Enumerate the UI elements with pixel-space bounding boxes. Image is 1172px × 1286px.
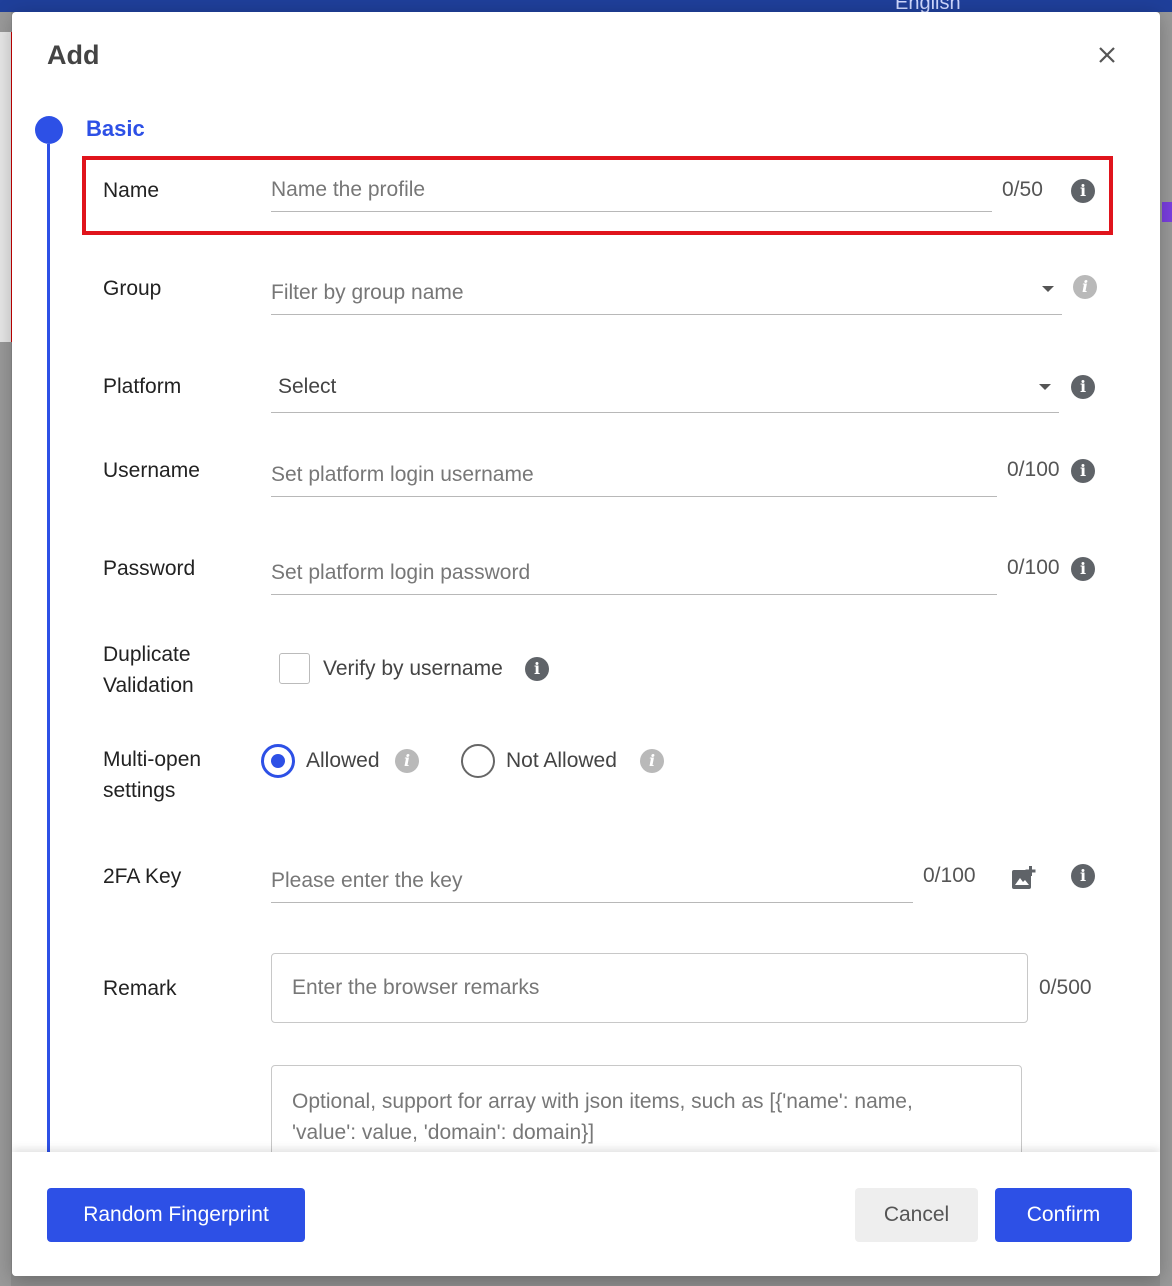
verify-by-username-label[interactable]: Verify by username	[323, 657, 503, 681]
random-fingerprint-button[interactable]: Random Fingerprint	[47, 1188, 305, 1242]
step-title-basic: Basic	[86, 116, 145, 141]
background-topbar: English	[0, 0, 1172, 14]
info-icon[interactable]: i	[1071, 557, 1095, 581]
twofa-label: 2FA Key	[103, 865, 182, 888]
step-indicator	[35, 116, 63, 144]
label-line: Duplicate	[103, 643, 191, 666]
chevron-down-icon[interactable]	[1042, 286, 1054, 292]
background-right-panel	[1160, 12, 1172, 1286]
info-icon[interactable]: i	[1071, 375, 1095, 399]
twofa-input[interactable]	[271, 859, 913, 903]
verify-by-username-checkbox[interactable]	[279, 653, 310, 684]
dialog-footer: Random Fingerprint Cancel Confirm	[12, 1152, 1160, 1276]
radio-allowed-label[interactable]: Allowed	[306, 749, 380, 773]
label-line: Validation	[103, 674, 194, 697]
confirm-button[interactable]: Confirm	[995, 1188, 1132, 1242]
password-label: Password	[103, 557, 196, 580]
platform-select[interactable]: Select	[271, 369, 1059, 413]
username-counter: 0/100	[1007, 458, 1060, 481]
username-label: Username	[103, 459, 200, 482]
duplicate-validation-label: Duplicate Validation	[103, 639, 194, 701]
info-icon[interactable]: i	[395, 749, 419, 773]
info-icon[interactable]: i	[525, 657, 549, 681]
password-counter: 0/100	[1007, 556, 1060, 579]
password-input[interactable]	[271, 551, 997, 595]
platform-label: Platform	[103, 375, 182, 398]
group-select[interactable]	[271, 271, 1062, 315]
close-button[interactable]	[1090, 38, 1124, 72]
close-icon	[1099, 47, 1115, 63]
radio-not-allowed[interactable]	[461, 744, 495, 778]
step-line	[47, 144, 50, 1164]
label-line: settings	[103, 779, 176, 802]
info-icon[interactable]: i	[1071, 459, 1095, 483]
info-icon[interactable]: i	[1071, 179, 1095, 203]
cancel-button[interactable]: Cancel	[855, 1188, 978, 1242]
dialog-title: Add	[47, 40, 100, 70]
info-icon[interactable]: i	[640, 749, 664, 773]
background-left-strip	[0, 32, 12, 342]
background-accent	[1162, 202, 1172, 222]
cookie-placeholder-line: 'value': value, 'domain': domain}]	[292, 1121, 595, 1144]
group-label: Group	[103, 277, 162, 300]
multi-open-label: Multi-open settings	[103, 744, 201, 806]
label-line: Multi-open	[103, 748, 202, 771]
username-input[interactable]	[271, 453, 997, 497]
background-left-panel	[0, 12, 12, 1286]
info-icon[interactable]: i	[1073, 275, 1097, 299]
info-icon[interactable]: i	[1071, 864, 1095, 888]
radio-not-allowed-label[interactable]: Not Allowed	[506, 749, 617, 773]
radio-allowed[interactable]	[261, 744, 295, 778]
name-label: Name	[103, 179, 160, 202]
twofa-counter: 0/100	[923, 864, 976, 887]
remark-input[interactable]	[271, 953, 1028, 1023]
cookie-placeholder-line: Optional, support for array with json it…	[292, 1090, 913, 1113]
name-input[interactable]	[271, 168, 992, 212]
remark-counter: 0/500	[1039, 976, 1092, 999]
name-counter: 0/50	[1002, 178, 1043, 201]
chevron-down-icon[interactable]	[1039, 384, 1051, 390]
remark-label: Remark	[103, 977, 177, 1000]
add-image-icon[interactable]	[1011, 865, 1037, 891]
add-profile-dialog: Add Basic Name 0/50 i Group i Platform S…	[12, 12, 1160, 1276]
